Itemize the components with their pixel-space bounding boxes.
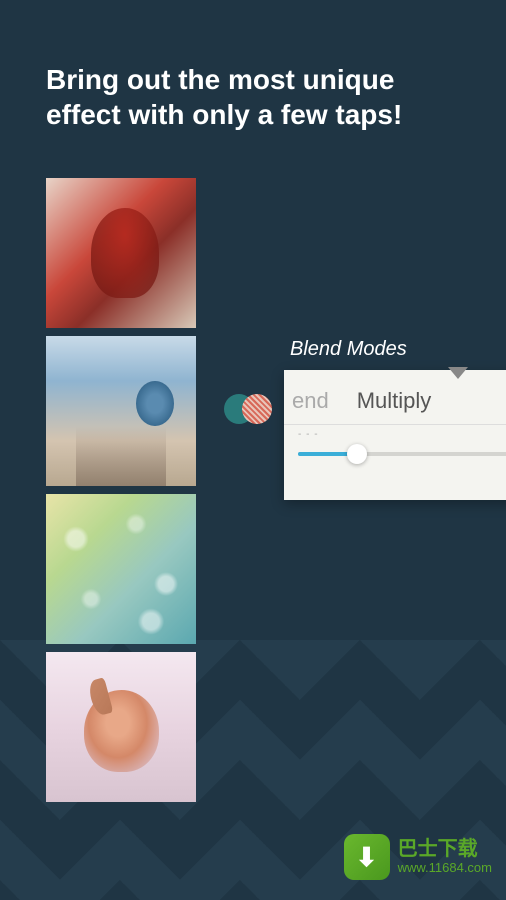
watermark: ⬇ 巴士下载 www.11684.com [344, 834, 492, 880]
thumbnail-sample-1[interactable] [46, 178, 196, 328]
blend-mode-multiply[interactable]: Multiply [357, 388, 432, 414]
slider-track [298, 452, 506, 456]
thumbnail-sample-2[interactable] [46, 336, 196, 486]
venn-overlap-icon [224, 394, 272, 424]
watermark-brand: 巴士下载 [398, 838, 492, 861]
sample-thumbnails [46, 178, 196, 802]
thumbnail-sample-4[interactable] [46, 652, 196, 802]
thumbnail-sample-3[interactable] [46, 494, 196, 644]
watermark-text: 巴士下载 www.11684.com [398, 838, 492, 876]
watermark-url: www.11684.com [398, 861, 492, 876]
watermark-logo-icon: ⬇ [344, 834, 390, 880]
intensity-slider[interactable] [284, 444, 506, 456]
blend-modes-panel: end Multiply - - - [284, 370, 506, 500]
headline: Bring out the most unique effect with on… [46, 62, 466, 132]
blend-mode-tabs: end Multiply [284, 370, 506, 424]
separator-dots: - - - [284, 429, 506, 444]
dropdown-arrow-icon[interactable] [448, 367, 468, 379]
divider [284, 424, 506, 425]
slider-thumb[interactable] [347, 444, 367, 464]
blend-modes-label: Blend Modes [290, 338, 407, 361]
blend-mode-prev-partial[interactable]: end [292, 388, 329, 414]
